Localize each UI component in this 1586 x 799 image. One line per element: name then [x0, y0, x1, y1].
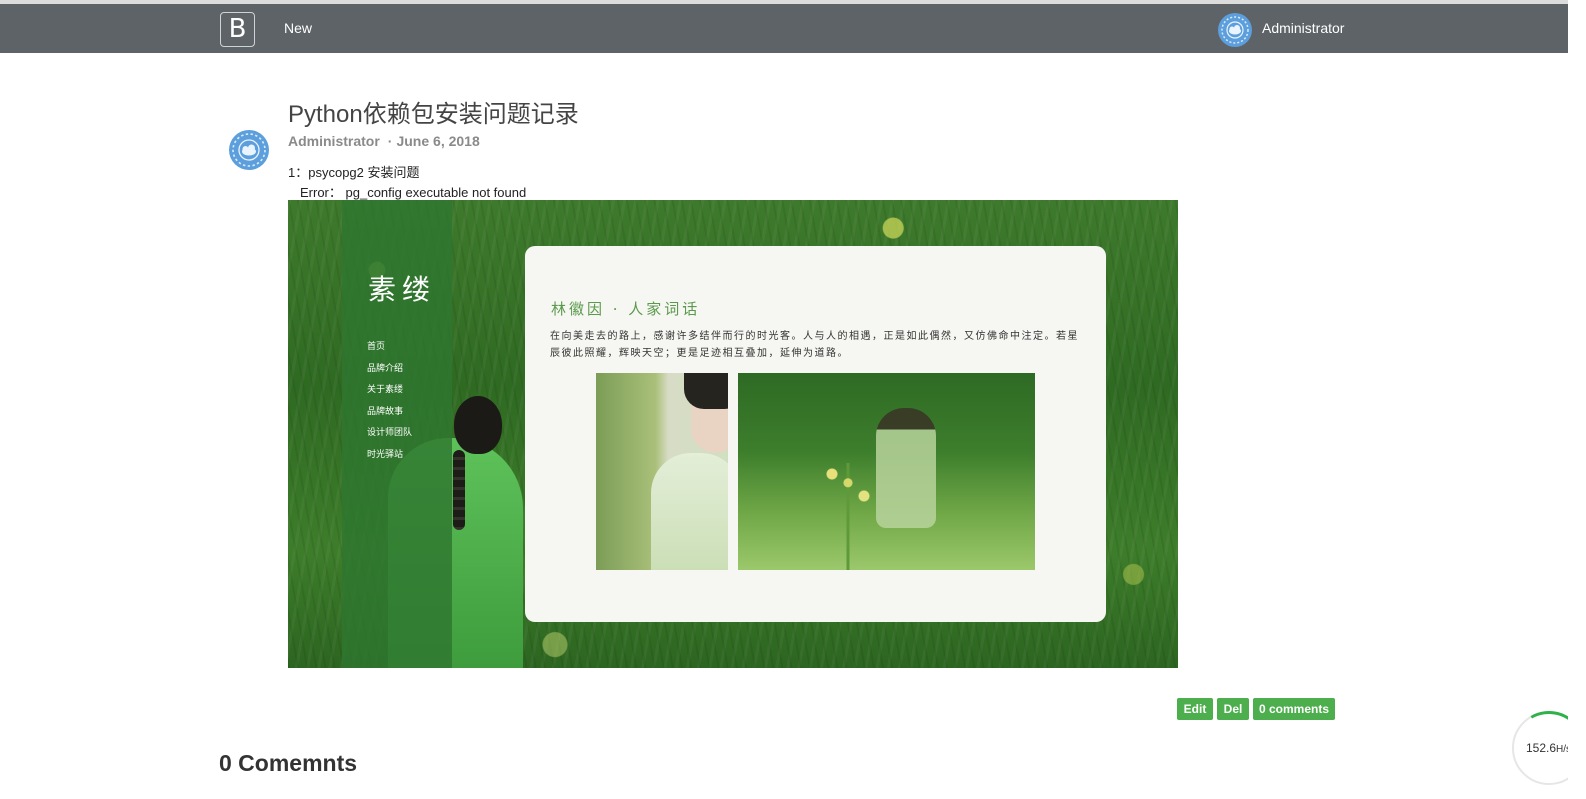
scrollbar[interactable]: [1568, 0, 1586, 796]
delete-button[interactable]: Del: [1217, 698, 1249, 720]
image-menu-item: 品牌介绍: [367, 362, 404, 373]
image-girl-braid: [453, 450, 465, 530]
user-avatar-icon[interactable]: [1218, 13, 1252, 47]
image-card-text: 在向美走去的路上，感谢许多结伴而行的时光客。人与人的相遇，正是如此偶然，又仿佛命…: [550, 331, 1079, 359]
image-menu-item: 品牌故事: [367, 405, 404, 416]
image-photo-portrait: [596, 373, 728, 570]
photo-flowers: [808, 463, 888, 570]
speed-number: 152.6: [1526, 741, 1557, 755]
post-meta: Administrator · June 6, 2018: [288, 133, 480, 149]
nav-new-link[interactable]: New: [284, 20, 312, 36]
post-title: Python依赖包安装问题记录: [288, 101, 579, 128]
comments-button[interactable]: 0 comments: [1253, 698, 1335, 720]
nav-username[interactable]: Administrator: [1262, 20, 1344, 36]
image-menu-item: 时光驿站: [367, 448, 404, 459]
post-body-line: 1：psycopg2 安装问题: [288, 165, 420, 180]
brand-logo[interactable]: B: [220, 12, 255, 47]
image-menu-item: 设计师团队: [367, 427, 413, 437]
photo-dress: [651, 453, 728, 570]
speed-value: 152.6H/s: [1526, 741, 1571, 755]
post-body-line: Error： pg_config executable not found: [300, 185, 527, 200]
comments-heading: 0 Comemnts: [219, 750, 358, 776]
post-image: 素缕 首页 品牌介绍 关于素缕 品牌故事 设计师团队 时光驿站 林徽因 · 人家…: [288, 200, 1178, 668]
meta-separator: ·: [387, 133, 393, 149]
author-avatar-icon: [229, 130, 269, 170]
image-content-card: 林徽因 · 人家词话 在向美走去的路上，感谢许多结伴而行的时光客。人与人的相遇，…: [525, 246, 1106, 622]
image-card-title: 林徽因 · 人家词话: [551, 300, 701, 318]
post-date: June 6, 2018: [396, 133, 480, 149]
image-photo-field: [738, 373, 1035, 570]
image-sidebar-title: 素缕: [368, 273, 437, 306]
edit-button[interactable]: Edit: [1177, 698, 1213, 720]
post-author[interactable]: Administrator: [288, 133, 380, 149]
photo-hair: [684, 373, 728, 409]
image-menu-item: 首页: [367, 341, 386, 351]
image-girl-head: [454, 396, 502, 454]
image-menu: 首页 品牌介绍 关于素缕 品牌故事 设计师团队 时光驿站: [367, 340, 412, 469]
navbar: B New Administrator: [0, 4, 1568, 53]
image-menu-item: 关于素缕: [367, 384, 404, 394]
